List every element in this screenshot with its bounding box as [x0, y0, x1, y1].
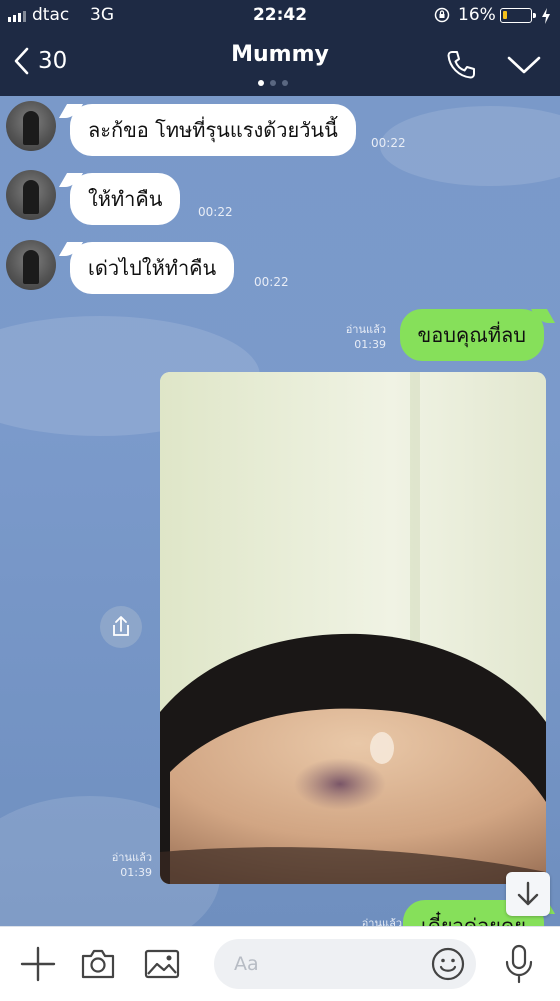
charging-bolt-icon	[542, 8, 550, 24]
incoming-message[interactable]: เด่วไปให้ทำคืน	[70, 242, 235, 294]
plus-icon[interactable]	[19, 945, 57, 983]
arrow-down-icon	[517, 881, 539, 906]
page-dot	[282, 80, 288, 86]
emoji-icon[interactable]	[430, 946, 466, 982]
page-dot	[270, 80, 276, 86]
read-receipt: อ่านแล้ว 01:39	[330, 322, 386, 352]
scroll-down-button[interactable]	[506, 872, 550, 916]
read-receipt: อ่านแล้ว 01:39	[98, 850, 152, 880]
photo-image	[160, 372, 546, 884]
read-status: อ่านแล้ว	[361, 917, 402, 926]
rotation-lock-icon	[434, 7, 450, 23]
battery-percent: 16%	[458, 5, 496, 25]
page-indicator	[258, 80, 288, 86]
contact-avatar[interactable]	[6, 101, 56, 151]
read-status: อ่านแล้ว	[111, 851, 152, 864]
share-button[interactable]	[100, 606, 142, 648]
message-time: 00:22	[371, 136, 406, 150]
battery-icon	[500, 8, 536, 23]
message-time: 00:22	[254, 275, 289, 289]
chat-header: 30 Mummy	[0, 32, 560, 96]
message-time: 00:22	[198, 205, 233, 219]
phone-icon[interactable]	[444, 48, 478, 82]
read-receipt: อ่านแล้ว	[350, 916, 402, 926]
contact-avatar[interactable]	[6, 240, 56, 290]
message-input-bar	[0, 926, 560, 1001]
camera-icon[interactable]	[79, 945, 117, 983]
message-time: 01:39	[354, 338, 386, 351]
status-bar: dtac 3G 22:42 16%	[0, 0, 560, 32]
image-icon[interactable]	[143, 945, 181, 983]
chat-area[interactable]: ละก้ขอ โทษที่รุนแรงด้วยวันนี้ 00:22 ให้ท…	[0, 96, 560, 926]
message-time: 01:39	[120, 866, 152, 879]
outgoing-message[interactable]: ขอบคุณที่ลบ	[399, 309, 544, 361]
contact-avatar[interactable]	[6, 170, 56, 220]
page-dot	[258, 80, 264, 86]
incoming-message[interactable]: ละก้ขอ โทษที่รุนแรงด้วยวันนี้	[70, 104, 356, 156]
mic-icon[interactable]	[502, 943, 536, 985]
chevron-down-icon[interactable]	[506, 52, 542, 78]
read-status: อ่านแล้ว	[345, 323, 386, 336]
share-icon	[113, 616, 129, 636]
incoming-message[interactable]: ให้ทำคืน	[70, 173, 181, 225]
photo-message[interactable]	[160, 372, 546, 884]
